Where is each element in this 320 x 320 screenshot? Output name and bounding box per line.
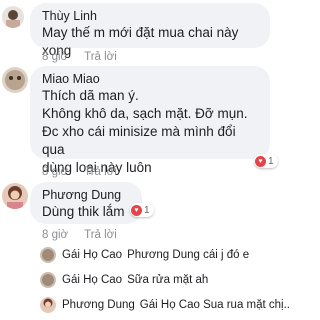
avatar[interactable] bbox=[2, 67, 28, 93]
reaction-badge[interactable]: ♥ 1 bbox=[254, 154, 278, 168]
comment-bubble: Miao Miao Thích dã man ý. Không khô da, … bbox=[30, 66, 270, 175]
reply-text: Gái Họ Cao Sua rua mặt chị.. bbox=[139, 299, 291, 311]
comment-text: Dùng thik lắm bbox=[42, 204, 125, 219]
reply-item: Gái Họ Cao Phương Dung cái j đó e bbox=[62, 249, 249, 261]
reply-text: Sữa rửa mặt ah bbox=[127, 274, 209, 286]
avatar[interactable] bbox=[40, 247, 56, 263]
comment-text-line: Không khô da, sạch mặt. Đỡ mụn. bbox=[42, 106, 248, 121]
reply-link[interactable]: Trả lời bbox=[84, 51, 117, 63]
reply-link[interactable]: Trả lời bbox=[84, 229, 117, 241]
comment-time[interactable]: 8 giờ bbox=[42, 229, 68, 241]
comment-text-line: Thích dã man ý. bbox=[42, 88, 139, 103]
comment-author[interactable]: Thùy Linh bbox=[42, 9, 258, 24]
avatar[interactable] bbox=[40, 272, 56, 288]
reply-author[interactable]: Gái Họ Cao bbox=[62, 249, 122, 261]
reply-link[interactable]: Trả lời bbox=[84, 166, 117, 178]
comment-time[interactable]: 8 giờ bbox=[42, 51, 68, 63]
heart-icon: ♥ bbox=[131, 204, 142, 216]
comment-author[interactable]: Phương Dung bbox=[42, 188, 130, 203]
reaction-count: 1 bbox=[268, 155, 274, 167]
comment-text-line: Đc xho cái minisize mà mình đổi qua bbox=[42, 124, 236, 157]
reply-author[interactable]: Phương Dung bbox=[62, 299, 135, 311]
comment-meta: 8 giờ Trả lời bbox=[42, 166, 133, 178]
heart-icon: ♥ bbox=[255, 155, 266, 167]
reply-item: Gái Họ Cao Sữa rửa mặt ah bbox=[62, 274, 208, 286]
avatar[interactable] bbox=[40, 297, 56, 313]
reply-item: Phương Dung Gái Họ Cao Sua rua mặt chị.. bbox=[62, 299, 290, 311]
comment-bubble: Phương Dung Dùng thik lắm bbox=[30, 182, 142, 224]
reply-author[interactable]: Gái Họ Cao bbox=[62, 274, 122, 286]
comment-meta: 8 giờ Trả lời bbox=[42, 229, 133, 241]
avatar[interactable] bbox=[2, 6, 24, 28]
reply-text: Phương Dung cái j đó e bbox=[127, 249, 250, 261]
comment-time[interactable]: 8 giờ bbox=[42, 166, 68, 178]
comment-bubble: Thùy Linh May thế m mới đặt mua chai này… bbox=[30, 3, 270, 58]
comment-author[interactable]: Miao Miao bbox=[42, 72, 258, 87]
comment-meta: 8 giờ Trả lời bbox=[42, 51, 133, 63]
reaction-count: 1 bbox=[144, 204, 150, 216]
avatar[interactable] bbox=[2, 183, 28, 209]
reaction-badge[interactable]: ♥ 1 bbox=[130, 203, 154, 217]
